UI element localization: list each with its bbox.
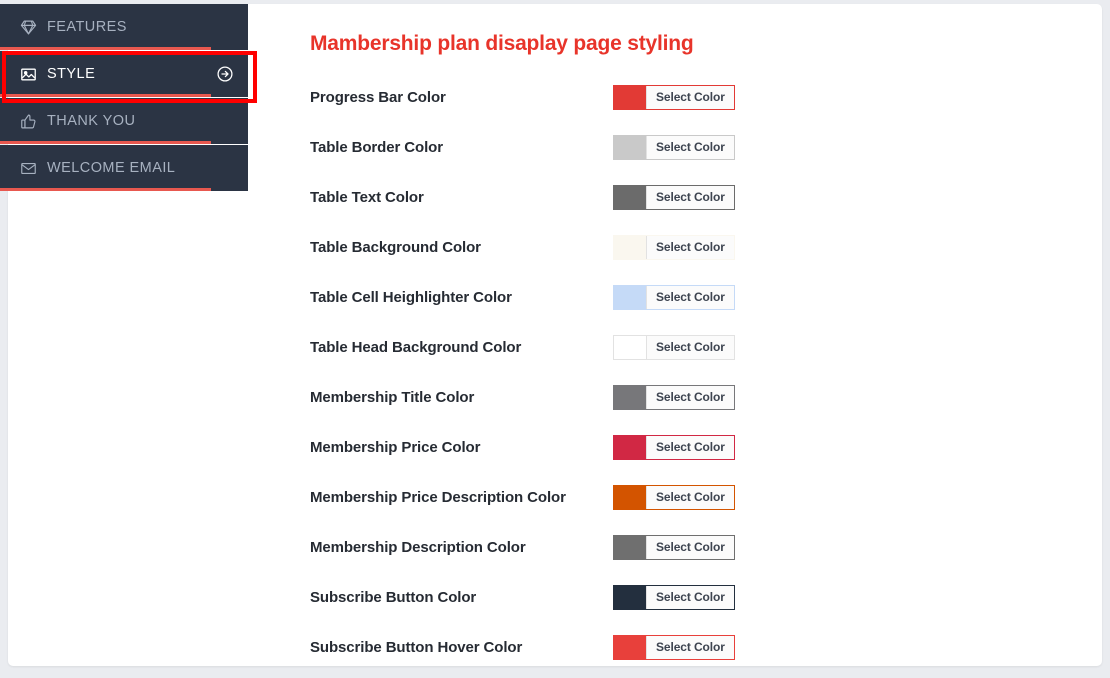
color-swatch[interactable] <box>614 85 646 109</box>
thumbs-up-icon <box>18 111 38 131</box>
color-picker-membership-title-color[interactable]: Select Color <box>613 384 735 410</box>
sidebar-item-progress-bar <box>0 94 248 97</box>
color-picker-membership-description-color[interactable]: Select Color <box>613 534 735 560</box>
color-picker-table-head-background-color[interactable]: Select Color <box>613 334 735 360</box>
select-color-button[interactable]: Select Color <box>646 135 734 159</box>
field-label: Subscribe Button Hover Color <box>310 638 523 656</box>
color-swatch[interactable] <box>614 635 646 659</box>
select-color-button[interactable]: Select Color <box>646 635 734 659</box>
select-color-button[interactable]: Select Color <box>646 585 734 609</box>
color-picker-subscribe-button-hover-color[interactable]: Select Color <box>613 634 735 660</box>
select-color-button[interactable]: Select Color <box>646 335 734 359</box>
gem-icon <box>18 17 38 37</box>
color-swatch[interactable] <box>614 285 646 309</box>
color-picker-table-background-color[interactable]: Select Color <box>613 234 735 260</box>
field-label: Table Text Color <box>310 188 424 206</box>
field-row-table-head-background-color: Table Head Background Color Select Color <box>310 322 1102 372</box>
sidebar-item-label: FEATURES <box>47 19 127 35</box>
color-picker-subscribe-button-color[interactable]: Select Color <box>613 584 735 610</box>
color-swatch[interactable] <box>614 535 646 559</box>
style-settings-form: Progress Bar Color Select Color Table Bord… <box>288 72 1102 672</box>
field-row-membership-price-color: Membership Price Color Select Color <box>310 422 1102 472</box>
sidebar-item-progress-bar <box>0 47 248 50</box>
sidebar-item-progress-bar <box>0 188 248 191</box>
sidebar-item-thank-you[interactable]: THANK YOU <box>0 98 248 144</box>
field-row-table-cell-heighlighter-color: Table Cell Heighlighter Color Select Colo… <box>310 272 1102 322</box>
field-label: Membership Title Color <box>310 388 475 406</box>
sidebar-item-label: STYLE <box>47 66 96 82</box>
image-icon <box>18 64 38 84</box>
select-color-button[interactable]: Select Color <box>646 535 734 559</box>
field-label: Table Cell Heighlighter Color <box>310 288 512 306</box>
field-row-membership-description-color: Membership Description Color Select Color <box>310 522 1102 572</box>
color-picker-membership-price-color[interactable]: Select Color <box>613 434 735 460</box>
color-swatch[interactable] <box>614 435 646 459</box>
field-row-membership-price-description-color: Membership Price Description Color Select… <box>310 472 1102 522</box>
field-row-membership-title-color: Membership Title Color Select Color <box>310 372 1102 422</box>
color-picker-table-cell-heighlighter-color[interactable]: Select Color <box>613 284 735 310</box>
main-content: Mambership plan disaplay page styling Pr… <box>288 4 1102 672</box>
color-picker-table-text-color[interactable]: Select Color <box>613 184 735 210</box>
sidebar-item-style[interactable]: STYLE <box>0 51 248 97</box>
select-color-button[interactable]: Select Color <box>646 485 734 509</box>
color-picker-table-border-color[interactable]: Select Color <box>613 134 735 160</box>
field-label: Subscribe Button Color <box>310 588 477 606</box>
field-row-subscribe-button-hover-color: Subscribe Button Hover Color Select Color <box>310 622 1102 672</box>
field-label: Table Background Color <box>310 238 481 256</box>
field-row-subscribe-button-color: Subscribe Button Color Select Color <box>310 572 1102 622</box>
sidebar-item-label: THANK YOU <box>47 113 136 129</box>
field-label: Table Border Color <box>310 138 443 156</box>
field-label: Membership Price Description Color <box>310 488 566 506</box>
select-color-button[interactable]: Select Color <box>646 435 734 459</box>
select-color-button[interactable]: Select Color <box>646 185 734 209</box>
arrow-circle-right-icon[interactable] <box>216 65 234 83</box>
sidebar-item-label: WELCOME EMAIL <box>47 160 176 176</box>
color-swatch[interactable] <box>614 335 646 359</box>
select-color-button[interactable]: Select Color <box>646 85 734 109</box>
sidebar-item-features[interactable]: FEATURES <box>0 4 248 50</box>
sidebar-navigation: FEATURES STYLE THANK YOU WELCOME EMAIL <box>0 4 248 192</box>
color-swatch[interactable] <box>614 385 646 409</box>
field-label: Progress Bar Color <box>310 88 446 106</box>
color-swatch[interactable] <box>614 135 646 159</box>
field-label: Table Head Background Color <box>310 338 522 356</box>
color-swatch[interactable] <box>614 235 646 259</box>
color-picker-membership-price-description-color[interactable]: Select Color <box>613 484 735 510</box>
field-row-table-text-color: Table Text Color Select Color <box>310 172 1102 222</box>
page-title: Mambership plan disaplay page styling <box>310 32 694 55</box>
field-row-table-border-color: Table Border Color Select Color <box>310 122 1102 172</box>
color-picker-progress-bar-color[interactable]: Select Color <box>613 84 735 110</box>
select-color-button[interactable]: Select Color <box>646 235 734 259</box>
color-swatch[interactable] <box>614 185 646 209</box>
sidebar-item-welcome-email[interactable]: WELCOME EMAIL <box>0 145 248 191</box>
select-color-button[interactable]: Select Color <box>646 385 734 409</box>
field-row-progress-bar-color: Progress Bar Color Select Color <box>310 72 1102 122</box>
field-label: Membership Price Color <box>310 438 481 456</box>
field-label: Membership Description Color <box>310 538 526 556</box>
envelope-icon <box>18 158 38 178</box>
field-row-table-background-color: Table Background Color Select Color <box>310 222 1102 272</box>
select-color-button[interactable]: Select Color <box>646 285 734 309</box>
color-swatch[interactable] <box>614 485 646 509</box>
sidebar-item-progress-bar <box>0 141 248 144</box>
color-swatch[interactable] <box>614 585 646 609</box>
